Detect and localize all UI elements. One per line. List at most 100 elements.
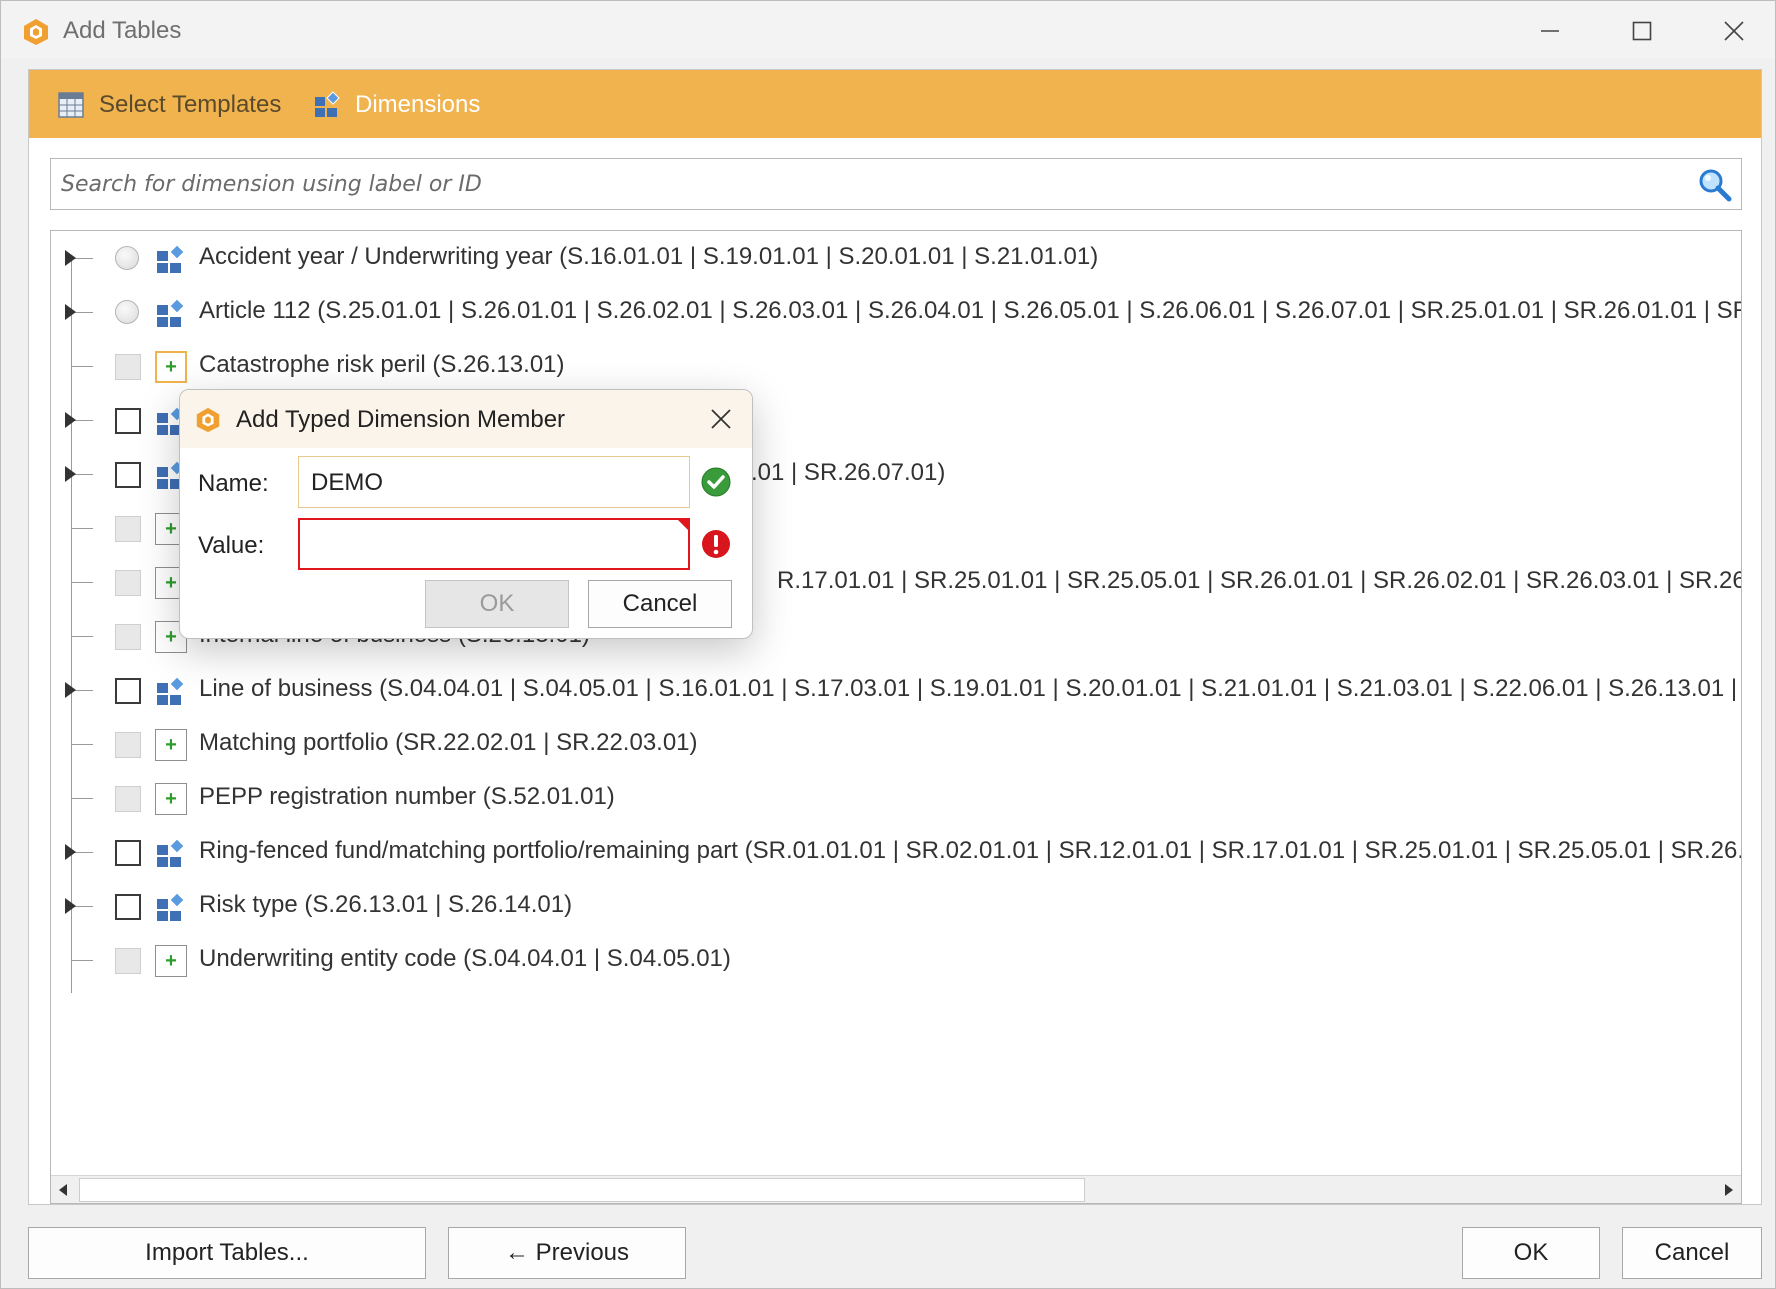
tree-connector [71,744,93,745]
tree-item-checkbox [115,516,141,542]
tree-item-label: Line of business (S.04.04.01 | S.04.05.0… [199,675,1742,702]
tree-item-label: Accident year / Underwriting year (S.16.… [199,243,1099,270]
explicit-dimension-icon [157,676,185,705]
tree-item-checkbox[interactable] [115,408,141,434]
expand-arrow-icon[interactable] [65,304,76,320]
maximize-button[interactable] [1617,11,1667,51]
expand-arrow-icon[interactable] [65,466,76,482]
explicit-dimension-icon [157,838,185,867]
search-box [50,158,1742,210]
valid-check-icon [701,467,731,497]
explicit-dimension-icon [157,244,185,273]
tree-item-label: Catastrophe risk peril (S.26.13.01) [199,351,565,378]
tree-item-checkbox [115,570,141,596]
search-icon[interactable] [1697,167,1733,203]
close-window-button[interactable] [1709,11,1759,51]
explicit-dimension-icon [157,298,185,327]
tree-item[interactable]: Ring-fenced fund/matching portfolio/rema… [51,825,1742,879]
tree-item-label: Ring-fenced fund/matching portfolio/rema… [199,837,1742,864]
dimensions-icon [315,91,340,117]
title-bar: Add Tables [1,1,1775,59]
tree-item-label: R.17.01.01 | SR.25.01.01 | SR.25.05.01 |… [777,567,1742,594]
wizard-tabbar: Select Templates Dimensions [29,70,1761,138]
dimension-tree: Accident year / Underwriting year (S.16.… [50,230,1742,1204]
tree-item[interactable]: + Matching portfolio (SR.22.02.01 | SR.2… [51,717,1741,771]
minimize-icon [1541,30,1559,32]
tree-item-checkbox[interactable] [115,462,141,488]
tree-item[interactable]: Article 112 (S.25.01.01 | S.26.01.01 | S… [51,285,1742,339]
import-tables-button[interactable]: Import Tables... [28,1227,426,1279]
error-marker [677,519,689,531]
app-logo-icon [24,19,48,45]
tab-select-templates[interactable]: Select Templates [57,88,281,122]
horizontal-scrollbar[interactable] [51,1175,1741,1203]
dialog-cancel-button[interactable]: Cancel [588,580,732,628]
close-icon [1724,21,1744,41]
typed-dimension-icon[interactable]: + [155,729,187,761]
typed-dimension-icon[interactable]: + [155,351,187,383]
name-field[interactable]: DEMO [298,456,690,508]
typed-dimension-icon[interactable]: + [155,945,187,977]
scroll-left-icon[interactable] [59,1184,67,1196]
tree-item[interactable]: Accident year / Underwriting year (S.16.… [51,231,1741,285]
tree-connector [71,798,93,799]
tree-item[interactable]: + Catastrophe risk peril (S.26.13.01) [51,339,1741,393]
tree-item-label: Article 112 (S.25.01.01 | S.26.01.01 | S… [199,297,1742,324]
tree-item[interactable]: Risk type (S.26.13.01 | S.26.14.01) [51,879,1741,933]
expand-arrow-icon[interactable] [65,412,76,428]
search-input[interactable] [61,169,1661,199]
close-icon [711,409,731,429]
window-title: Add Tables [63,17,182,44]
dialog-title: Add Typed Dimension Member [236,406,566,433]
tab-label: Dimensions [355,91,481,118]
table-grid-icon [58,92,84,118]
tree-connector [71,366,93,367]
tree-item-label: .01 | SR.26.07.01) [751,459,946,486]
tree-connector [71,528,93,529]
app-logo-icon [196,407,220,433]
dialog-ok-button[interactable]: OK [425,580,569,628]
tree-item-label: Risk type (S.26.13.01 | S.26.14.01) [199,891,573,918]
tree-item-checkbox [115,786,141,812]
tree-connector [71,636,93,637]
tree-item-radio[interactable] [115,300,139,324]
tree-item-checkbox [115,624,141,650]
expand-arrow-icon[interactable] [65,844,76,860]
dialog-header: Add Typed Dimension Member [180,390,752,448]
ok-button[interactable]: OK [1462,1227,1600,1279]
tree-item-label: Underwriting entity code (S.04.04.01 | S… [199,945,731,972]
value-label: Value: [198,532,265,559]
tree-connector [71,960,93,961]
tree-item-checkbox[interactable] [115,678,141,704]
tree-item-checkbox[interactable] [115,840,141,866]
add-typed-dimension-member-dialog: Add Typed Dimension Member Name: DEMO Va… [179,389,753,639]
typed-dimension-icon[interactable]: + [155,783,187,815]
scroll-right-icon[interactable] [1725,1184,1733,1196]
expand-arrow-icon[interactable] [65,898,76,914]
add-tables-window: Add Tables Select Templates Dimensions S… [0,0,1776,1289]
scrollbar-thumb[interactable] [79,1178,1085,1202]
tree-item-checkbox [115,948,141,974]
value-field[interactable] [298,518,690,570]
cancel-button[interactable]: Cancel [1622,1227,1762,1279]
tree-item-radio[interactable] [115,246,139,270]
tree-item-checkbox[interactable] [115,894,141,920]
tab-label: Select Templates [99,91,282,118]
tree-item[interactable]: + Underwriting entity code (S.04.04.01 |… [51,933,1741,987]
maximize-icon [1632,21,1652,41]
tab-dimensions[interactable]: Dimensions [313,88,480,122]
tree-item[interactable]: + PEPP registration number (S.52.01.01) [51,771,1741,825]
previous-button[interactable]: ← Previous [448,1227,686,1279]
minimize-button[interactable] [1525,11,1575,51]
tree-item[interactable]: Line of business (S.04.04.01 | S.04.05.0… [51,663,1742,717]
name-label: Name: [198,470,269,497]
tree-item-checkbox [115,732,141,758]
expand-arrow-icon[interactable] [65,250,76,266]
dialog-close-button[interactable] [704,402,738,436]
tree-item-label: Matching portfolio (SR.22.02.01 | SR.22.… [199,729,698,756]
expand-arrow-icon[interactable] [65,682,76,698]
tree-item-checkbox [115,354,141,380]
explicit-dimension-icon [157,892,185,921]
tree-item-label: PEPP registration number (S.52.01.01) [199,783,615,810]
error-icon [702,530,730,558]
